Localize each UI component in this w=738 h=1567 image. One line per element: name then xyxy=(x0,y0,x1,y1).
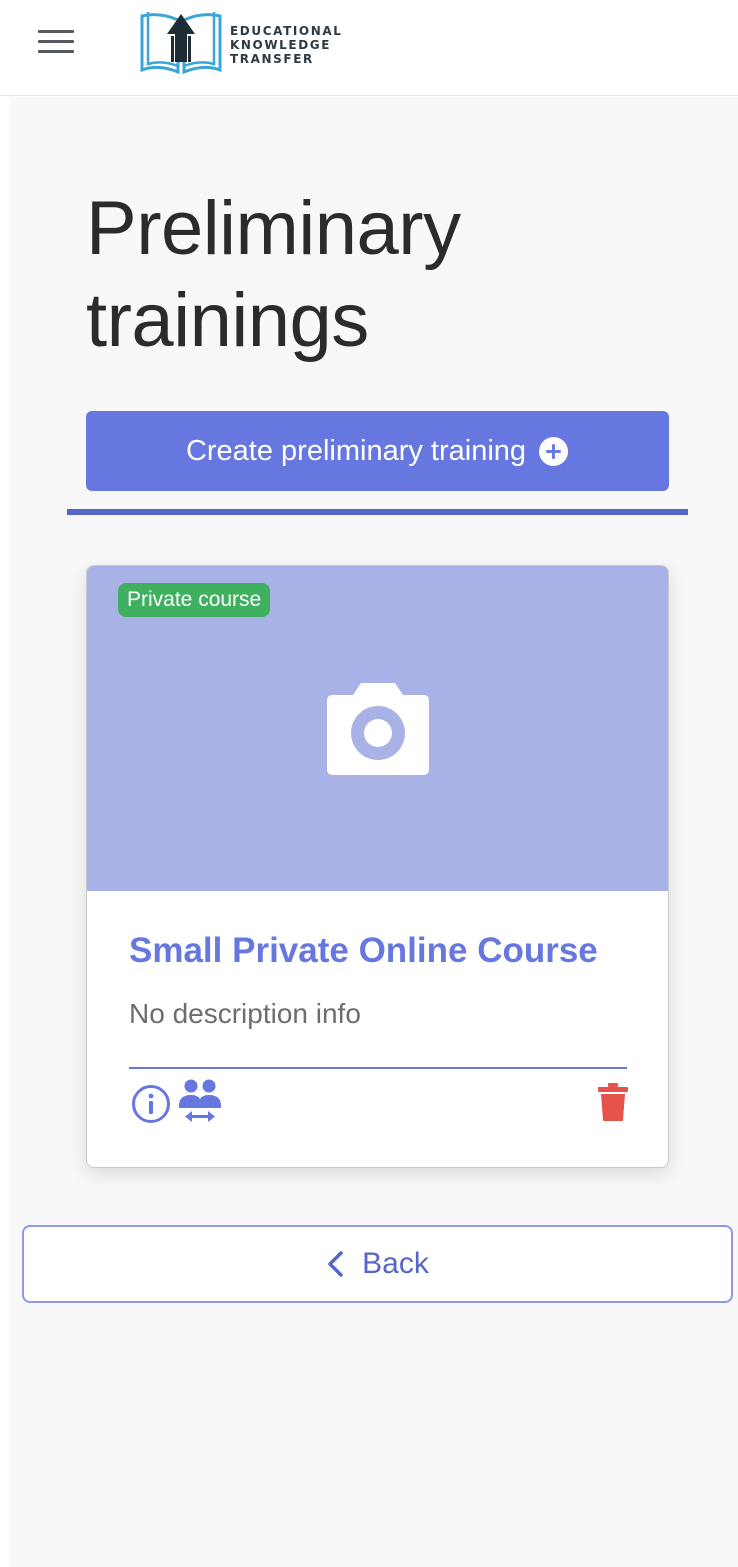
book-arrow-logo-icon xyxy=(140,12,222,75)
back-button[interactable]: Back xyxy=(22,1225,733,1303)
create-button-label: Create preliminary training xyxy=(185,434,527,467)
hamburger-menu-icon[interactable] xyxy=(38,30,74,56)
course-card[interactable]: Private course Small Private Online Cour… xyxy=(86,565,669,1168)
camera-icon xyxy=(327,683,429,775)
info-icon[interactable] xyxy=(131,1084,171,1124)
create-preliminary-training-button[interactable]: Create preliminary training xyxy=(86,411,669,491)
section-divider xyxy=(67,509,688,515)
people-transfer-icon[interactable] xyxy=(177,1078,223,1126)
card-divider xyxy=(129,1067,627,1069)
chevron-left-icon xyxy=(328,1251,343,1277)
site-logo[interactable]: EDUCATIONAL KNOWLEDGE TRANSFER xyxy=(138,8,368,78)
plus-circle-icon xyxy=(539,436,569,466)
private-course-badge: Private course xyxy=(118,583,271,617)
logo-line-1: EDUCATIONAL xyxy=(230,24,343,38)
page-title-line-1: Preliminary xyxy=(86,186,461,271)
logo-line-3: TRANSFER xyxy=(230,52,314,66)
trash-icon[interactable] xyxy=(597,1082,629,1122)
top-navbar: EDUCATIONAL KNOWLEDGE TRANSFER xyxy=(0,0,738,96)
back-button-label: Back xyxy=(362,1247,429,1280)
logo-line-2: KNOWLEDGE xyxy=(230,38,332,52)
page-title: Preliminary trainings xyxy=(86,183,606,367)
course-image-placeholder[interactable]: Private course xyxy=(87,566,668,891)
course-title[interactable]: Small Private Online Course xyxy=(129,931,598,971)
logo-wordmark: EDUCATIONAL KNOWLEDGE TRANSFER xyxy=(230,24,343,66)
page-title-line-2: trainings xyxy=(86,278,369,363)
course-description: No description info xyxy=(129,998,361,1029)
